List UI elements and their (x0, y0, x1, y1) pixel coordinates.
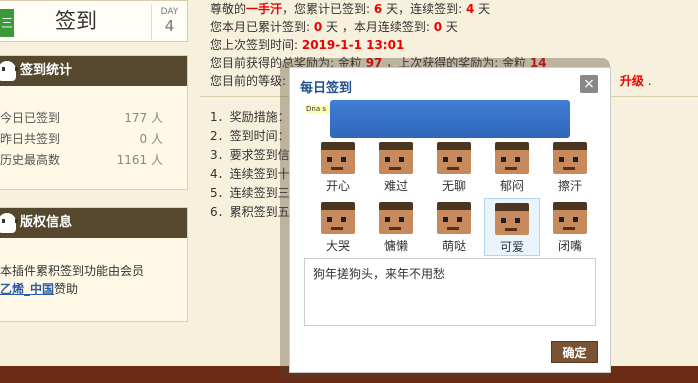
rule-item: 2．签到时间： (210, 129, 290, 143)
summary-line-month: 您本月已累计签到: 0 天 ，本月连续签到: 0 天 (210, 18, 652, 36)
mood-face-icon (553, 142, 587, 174)
skull-icon (0, 213, 18, 233)
stat-row: 历史最高数 1161 人 (0, 150, 187, 171)
message-textarea[interactable]: 狗年搓狗头，来年不用愁 (304, 258, 596, 326)
month-days: 0 (313, 20, 323, 34)
mood-label: 慵懒 (383, 239, 408, 253)
copyright-line: 乙烯_中国赞助 (0, 280, 179, 298)
stat-row: 昨日共签到 0 人 (0, 129, 187, 150)
mood-label: 可爱 (499, 240, 524, 254)
level-up: 升级 (619, 74, 644, 88)
skull-icon (0, 61, 18, 81)
text: ，您累计已签到: (282, 2, 374, 16)
mood-face-icon (321, 202, 355, 234)
stats-list: 今日已签到 177 人 昨日共签到 0 人 历史最高数 1161 人 (0, 86, 187, 171)
text: 您上次签到时间: (210, 38, 302, 52)
stats-panel-title: 签到统计 (20, 63, 73, 78)
mood-option[interactable]: 慵懒 (368, 198, 424, 256)
mood-face-icon (321, 142, 355, 174)
rule-item: 6．累积签到五 (210, 205, 290, 219)
mood-option[interactable]: 郁闷 (484, 138, 540, 196)
close-button[interactable]: × (580, 75, 598, 93)
text: . (643, 74, 652, 88)
day-label: DAY (160, 7, 179, 17)
ad-text: Dna s (306, 105, 330, 114)
copyright-panel-title: 版权信息 (20, 215, 73, 230)
text: 您目前的等级: (210, 74, 290, 88)
mood-face-icon (495, 203, 529, 235)
mood-option[interactable]: 闭嘴 (542, 198, 598, 256)
mood-label: 大哭 (325, 239, 350, 253)
mood-option-selected[interactable]: 可爱 (484, 198, 540, 256)
day-counter: DAY 4 (151, 4, 187, 40)
mood-label: 闭嘴 (557, 239, 582, 253)
text: 天 (442, 20, 458, 34)
sponsor-suffix: 赞助 (54, 282, 79, 296)
text: 天 ，本月连续签到: (322, 20, 434, 34)
mood-label: 难过 (383, 179, 408, 193)
mood-option[interactable]: 开心 (310, 138, 366, 196)
mood-face-icon (437, 202, 471, 234)
text: 尊敬的 (210, 2, 247, 16)
copyright-panel-header: 版权信息 (0, 208, 187, 238)
summary-line-last: 您上次签到时间: 2019-1-1 13:01 (210, 36, 652, 54)
mood-face-icon (437, 142, 471, 174)
confirm-button[interactable]: 确定 (551, 341, 598, 363)
summary-line-total: 尊敬的一手汗，您累计已签到: 6 天，连续签到: 4 天 (210, 0, 652, 18)
text: 天，连续签到: (382, 2, 466, 16)
username: 一手汗 (246, 2, 283, 16)
sign-header-card: 三 签到 DAY 4 (0, 0, 188, 42)
text: 您本月已累计签到: (210, 20, 314, 34)
rule-item: 1．奖励措施： (210, 110, 290, 124)
mood-option[interactable]: 萌哒 (426, 198, 482, 256)
stat-value: 0 人 (139, 132, 163, 146)
mood-face-icon (379, 202, 413, 234)
daily-sign-dialog: 每日签到 × Dna s 开心 难过 无聊 郁闷 擦汗 大哭 慵懒 萌哒 可爱 … (289, 67, 611, 373)
mood-face-icon (379, 142, 413, 174)
rule-item: 5．连续签到三 (210, 186, 290, 200)
mood-label: 萌哒 (441, 239, 466, 253)
last-sign-time: 2019-1-1 13:01 (301, 38, 405, 52)
rule-item: 3．要求签到信 (210, 148, 290, 162)
mood-option[interactable]: 难过 (368, 138, 424, 196)
mood-label: 郁闷 (499, 179, 524, 193)
dialog-title: 每日签到 (300, 81, 353, 96)
rule-item: 4．连续签到十 (210, 167, 290, 181)
copyright-panel: 版权信息 本插件累积签到功能由会员 乙烯_中国赞助 (0, 207, 188, 322)
page-title: 签到 (55, 9, 97, 33)
mood-face-icon (553, 202, 587, 234)
day-value: 4 (164, 17, 175, 35)
stats-panel: 签到统计 今日已签到 177 人 昨日共签到 0 人 历史最高数 1161 人 (0, 55, 188, 190)
copyright-text: 本插件累积签到功能由会员 乙烯_中国赞助 (0, 238, 187, 298)
stat-value: 1161 人 (116, 153, 163, 167)
copyright-line: 本插件累积签到功能由会员 (0, 264, 145, 278)
banner-image (330, 100, 570, 138)
stat-label: 今日已签到 (0, 111, 61, 125)
stat-row: 今日已签到 177 人 (0, 108, 187, 129)
stat-label: 昨日共签到 (0, 132, 61, 146)
stat-value: 177 人 (124, 111, 163, 125)
sponsor-link[interactable]: 乙烯_中国 (0, 282, 54, 296)
mood-label: 开心 (325, 179, 350, 193)
month-continuous: 0 (433, 20, 443, 34)
mood-option[interactable]: 无聊 (426, 138, 482, 196)
rules-list: 1．奖励措施： 2．签到时间： 3．要求签到信 4．连续签到十 5．连续签到三 … (210, 108, 290, 222)
mood-label: 无聊 (441, 179, 466, 193)
mood-face-icon (495, 142, 529, 174)
stats-panel-header: 签到统计 (0, 56, 187, 86)
mood-option[interactable]: 大哭 (310, 198, 366, 256)
text: 天 (474, 2, 491, 16)
menu-tab[interactable]: 三 (0, 9, 14, 37)
total-days: 6 (373, 2, 383, 16)
mood-label: 擦汗 (557, 179, 582, 193)
stat-label: 历史最高数 (0, 153, 61, 167)
mood-option[interactable]: 擦汗 (542, 138, 598, 196)
